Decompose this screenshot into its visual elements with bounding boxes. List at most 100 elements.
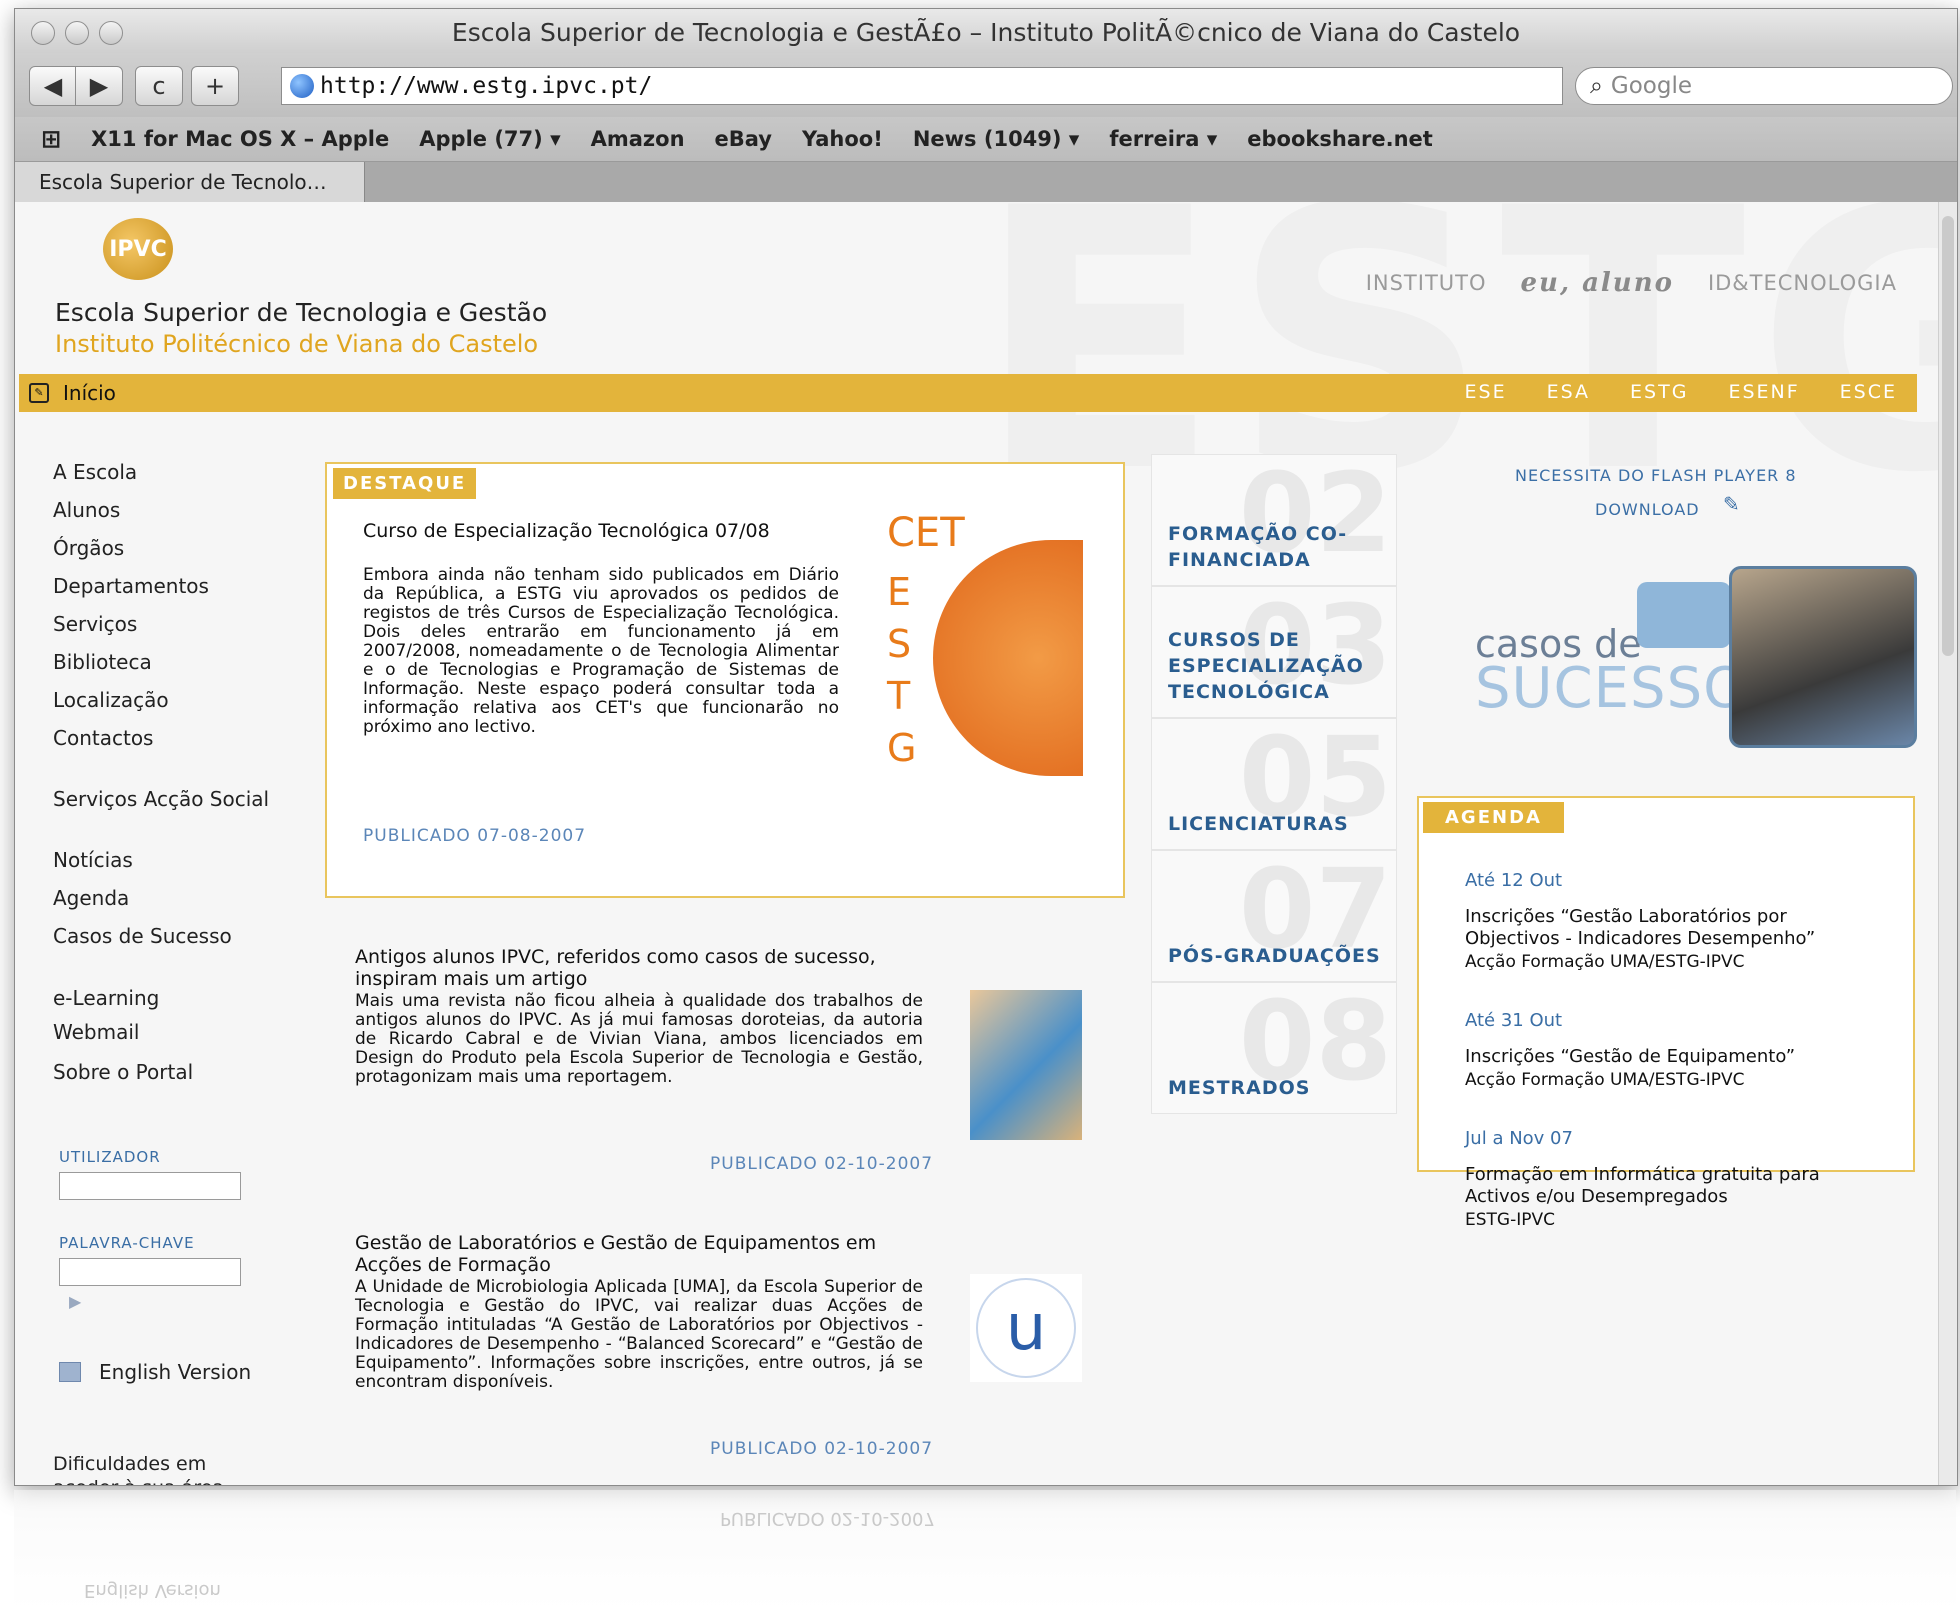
institute-name: Instituto Politécnico de Viana do Castel… bbox=[55, 330, 539, 358]
letter-t: T bbox=[887, 674, 911, 718]
nav-departamentos[interactable]: Departamentos bbox=[53, 574, 209, 598]
flash-notice: NECESSITA DO FLASH PLAYER 8 bbox=[1515, 466, 1797, 485]
nav-sobre-o-portal[interactable]: Sobre o Portal bbox=[53, 1060, 193, 1084]
reflection-english: English Version bbox=[84, 1580, 221, 1601]
help-link[interactable]: Dificuldades em aceder à sua área bbox=[53, 1452, 253, 1485]
nav-orgaos[interactable]: Órgãos bbox=[53, 536, 124, 560]
news-2-published: PUBLICADO 02-10-2007 bbox=[710, 1439, 934, 1459]
search-placeholder: Google bbox=[1610, 73, 1692, 99]
nav-servicos-accao-social[interactable]: Serviços Acção Social bbox=[53, 787, 269, 811]
agenda-3-date: Jul a Nov 07 bbox=[1465, 1128, 1573, 1149]
agenda-2-sub: Acção Formação UMA/ESTG-IPVC bbox=[1465, 1070, 1745, 1090]
agenda-3-sub: ESTG-IPVC bbox=[1465, 1210, 1555, 1230]
english-version-link[interactable]: English Version bbox=[99, 1360, 251, 1384]
tab-estg[interactable]: Escola Superior de Tecnolo… bbox=[15, 162, 365, 202]
reload-button[interactable]: c bbox=[135, 66, 183, 106]
nav-servicos[interactable]: Serviços bbox=[53, 612, 137, 636]
destaque-tag: DESTAQUE bbox=[333, 468, 477, 499]
agenda-2-date: Até 31 Out bbox=[1465, 1010, 1563, 1031]
speech-bubble-icon bbox=[1637, 582, 1731, 648]
flag-icon bbox=[59, 1362, 81, 1382]
cat-label: CURSOS DE ESPECIALIZAÇÃO TECNOLÓGICA bbox=[1168, 629, 1364, 703]
school-name: Escola Superior de Tecnologia e Gestão bbox=[55, 298, 548, 327]
home-link[interactable]: ✎ Início bbox=[29, 381, 116, 405]
add-bookmark-button[interactable]: + bbox=[191, 66, 239, 106]
nav-a-escola[interactable]: A Escola bbox=[53, 460, 137, 484]
school-link-estg[interactable]: ESTG bbox=[1630, 381, 1688, 403]
reflection-published: PUBLICADO 02-10-2007 bbox=[720, 1508, 935, 1529]
nav-noticias[interactable]: Notícias bbox=[53, 848, 133, 872]
link-instituto[interactable]: INSTITUTO bbox=[1366, 271, 1487, 295]
casos-big-text: SUCESSO bbox=[1475, 656, 1749, 721]
nav-biblioteca[interactable]: Biblioteca bbox=[53, 650, 152, 674]
forward-button[interactable]: ▶ bbox=[75, 66, 123, 106]
bookmark-item[interactable]: ebookshare.net bbox=[1247, 127, 1433, 151]
news-2-title[interactable]: Gestão de Laboratórios e Gestão de Equip… bbox=[355, 1232, 915, 1276]
news-1-image[interactable] bbox=[970, 990, 1082, 1140]
letter-e: E bbox=[887, 570, 912, 614]
agenda-2-title[interactable]: Inscrições “Gestão de Equipamento” bbox=[1465, 1046, 1865, 1068]
bookmark-item[interactable]: News (1049) ▾ bbox=[913, 127, 1080, 151]
home-label: Início bbox=[63, 381, 116, 405]
cat-licenciaturas[interactable]: 05 LICENCIATURAS bbox=[1151, 718, 1397, 850]
username-input[interactable] bbox=[59, 1172, 241, 1200]
nav-webmail[interactable]: Webmail bbox=[53, 1020, 139, 1044]
link-eu-aluno[interactable]: eu, aluno bbox=[1521, 268, 1674, 298]
uma-logo[interactable]: u bbox=[970, 1274, 1082, 1382]
address-bar[interactable]: http://www.estg.ipvc.pt/ bbox=[281, 67, 1563, 105]
download-link[interactable]: DOWNLOAD bbox=[1595, 500, 1700, 519]
browser-window: Escola Superior de Tecnologia e GestÃ£o … bbox=[14, 8, 1958, 1486]
title-bar: Escola Superior de Tecnologia e GestÃ£o … bbox=[15, 9, 1957, 54]
bookmarks-bar: ⊞ X11 for Mac OS X – Apple Apple (77) ▾ … bbox=[15, 117, 1957, 162]
school-link-esce[interactable]: ESCE bbox=[1840, 381, 1897, 403]
bookmark-item[interactable]: Amazon bbox=[591, 127, 685, 151]
school-link-esa[interactable]: ESA bbox=[1547, 381, 1590, 403]
cet-text: CET bbox=[887, 510, 965, 556]
nav-localizacao[interactable]: Localização bbox=[53, 688, 169, 712]
estg-letters: E S T G bbox=[887, 566, 916, 774]
news-1-title[interactable]: Antigos alunos IPVC, referidos como caso… bbox=[355, 946, 915, 990]
window-title: Escola Superior de Tecnologia e GestÃ£o … bbox=[451, 18, 1521, 47]
book-icon[interactable]: ⊞ bbox=[41, 125, 61, 153]
link-id-tecnologia[interactable]: ID&TECNOLOGIA bbox=[1708, 271, 1897, 295]
nav-alunos[interactable]: Alunos bbox=[53, 498, 120, 522]
destaque-title[interactable]: Curso de Especialização Tecnológica 07/0… bbox=[363, 520, 770, 542]
nav-agenda[interactable]: Agenda bbox=[53, 886, 129, 910]
tab-bar: Escola Superior de Tecnolo… bbox=[15, 162, 1957, 202]
casos-sucesso-banner[interactable]: casos de SUCESSO bbox=[1475, 562, 1917, 748]
search-icon: ⌕ bbox=[1590, 73, 1603, 99]
school-link-ese[interactable]: ESE bbox=[1465, 381, 1507, 403]
letter-s: S bbox=[887, 622, 912, 666]
bookmark-item[interactable]: eBay bbox=[715, 127, 772, 151]
agenda-1-date: Até 12 Out bbox=[1465, 870, 1563, 891]
cat-cursos-especializacao[interactable]: 03 CURSOS DE ESPECIALIZAÇÃO TECNOLÓGICA bbox=[1151, 586, 1397, 718]
bookmark-item[interactable]: X11 for Mac OS X – Apple bbox=[91, 127, 389, 151]
vertical-scrollbar[interactable] bbox=[1938, 202, 1957, 1485]
cat-pos-graduacoes[interactable]: 07 PÓS-GRADUAÇÕES bbox=[1151, 850, 1397, 982]
main-nav-bar: ✎ Início ESE ESA ESTG ESENF ESCE bbox=[19, 374, 1917, 412]
cat-formacao-co-financiada[interactable]: 02 FORMAÇÃO CO-FINANCIADA bbox=[1151, 454, 1397, 586]
back-button[interactable]: ◀ bbox=[29, 66, 77, 106]
bookmark-item[interactable]: ferreira ▾ bbox=[1109, 127, 1217, 151]
letter-g: G bbox=[887, 726, 917, 770]
cat-label: LICENCIATURAS bbox=[1168, 813, 1349, 835]
login-arrow-icon[interactable]: ▶ bbox=[69, 1292, 81, 1311]
password-input[interactable] bbox=[59, 1258, 241, 1286]
cat-mestrados[interactable]: 08 MESTRADOS bbox=[1151, 982, 1397, 1114]
nav-e-learning[interactable]: e-Learning bbox=[53, 986, 159, 1010]
news-1-published: PUBLICADO 02-10-2007 bbox=[710, 1154, 934, 1174]
agenda-1-title[interactable]: Inscrições “Gestão Laboratórios por Obje… bbox=[1465, 906, 1865, 950]
school-link-esenf[interactable]: ESENF bbox=[1728, 381, 1799, 403]
search-field[interactable]: ⌕ Google bbox=[1575, 67, 1953, 105]
ipvc-logo[interactable]: IPVC bbox=[103, 218, 173, 280]
nav-contactos[interactable]: Contactos bbox=[53, 726, 153, 750]
agenda-3-title[interactable]: Formação em Informática gratuita para Ac… bbox=[1465, 1164, 1865, 1208]
bookmark-item[interactable]: Apple (77) ▾ bbox=[419, 127, 560, 151]
nav-casos-de-sucesso[interactable]: Casos de Sucesso bbox=[53, 924, 232, 948]
scroll-thumb[interactable] bbox=[1942, 216, 1954, 656]
bookmark-item[interactable]: Yahoo! bbox=[802, 127, 883, 151]
cet-estg-image[interactable]: CET E S T G bbox=[887, 510, 1083, 800]
cet-graphic bbox=[933, 540, 1083, 776]
home-icon: ✎ bbox=[29, 383, 49, 403]
username-label: UTILIZADOR bbox=[59, 1148, 161, 1166]
